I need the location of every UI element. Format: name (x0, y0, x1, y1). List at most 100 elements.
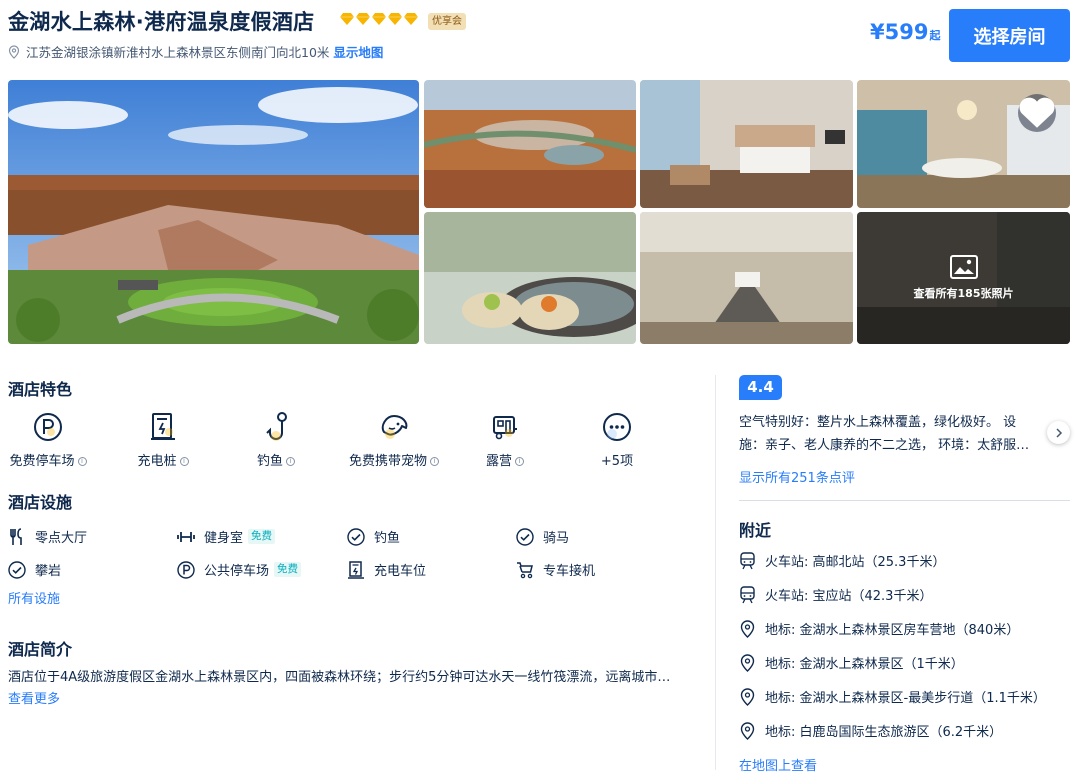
diamond-icon (356, 13, 370, 25)
intro-text: 酒店位于4A级旅游度假区金湖水上森林景区内，四面被森林环绕；步行约5分钟可达水天… (8, 670, 671, 685)
train-icon (740, 551, 755, 569)
feature-label: 钓鱼 (256, 454, 283, 469)
show-map-link[interactable]: 显示地图 (333, 42, 383, 61)
view-all-photos[interactable]: 查看所有185张照片 (857, 212, 1070, 344)
image-icon (949, 255, 978, 279)
feature-item-pets[interactable]: 免费携带宠物 i (339, 410, 449, 469)
facilities-title: 酒店设施 (8, 493, 73, 512)
nearby-text: 地标: 白鹿岛国际生态旅游区（6.2千米） (765, 725, 1003, 740)
more-icon (603, 413, 631, 441)
feature-label: 免费停车场 (9, 454, 75, 469)
feature-label: 免费携带宠物 (348, 454, 427, 469)
review-snippet: 空气特别好：整片水上森林覆盖，绿化极好。 设施：亲子、老人康养的不二之选， 环境… (739, 415, 1030, 453)
diamond-icon (388, 13, 402, 25)
feature-item-fishing[interactable]: 钓鱼 i (226, 410, 326, 469)
gallery-photo-more[interactable]: 查看所有185张照片 (857, 212, 1070, 344)
nearby-item: 地标: 金湖水上森林景区房车营地（840米） (739, 619, 1019, 638)
feature-item-parking[interactable]: 免费停车场 i (0, 410, 98, 469)
facility-label: 健身室 (204, 531, 244, 546)
all-reviews-link[interactable]: 显示所有251条点评 (739, 467, 855, 486)
info-icon[interactable]: i (77, 457, 87, 466)
fishing-icon (266, 412, 287, 441)
facility-label: 专车接机 (543, 564, 596, 579)
photo-gallery: 查看所有185张照片 (8, 80, 1070, 344)
facility-item: 健身室 免费 (177, 527, 276, 546)
check-icon (516, 527, 534, 546)
nearby-item: 地标: 白鹿岛国际生态旅游区（6.2千米） (739, 721, 1002, 740)
nearby-item: 火车站: 高邮北站（25.3千米） (739, 551, 945, 570)
view-all-photos-label: 查看所有185张照片 (913, 287, 1014, 300)
free-tag: 免费 (248, 529, 276, 544)
gallery-photo-hotspring[interactable] (424, 212, 636, 344)
gallery-photo-bedroom[interactable] (640, 80, 853, 208)
member-badge: 优享会 (428, 13, 466, 30)
facility-item: 零点大厅 (8, 527, 87, 546)
location-icon (740, 721, 755, 740)
select-room-button[interactable]: 选择房间 (949, 9, 1070, 62)
price-amount: ¥599 (870, 20, 929, 44)
location-icon (740, 619, 755, 638)
check-icon (347, 527, 365, 546)
train-icon (740, 585, 755, 603)
all-facilities-link[interactable]: 所有设施 (8, 588, 60, 607)
free-tag: 免费 (274, 562, 302, 577)
gym-icon (177, 531, 195, 542)
main-photo[interactable] (8, 80, 419, 344)
parking-icon (177, 560, 195, 579)
pet-icon (381, 415, 408, 439)
feature-item-more[interactable]: +5项 (567, 410, 667, 469)
check-icon (8, 560, 26, 579)
facility-item: 骑马 (516, 527, 569, 546)
location-icon (8, 44, 20, 59)
feature-item-charging[interactable]: 充电桩 i (113, 410, 213, 469)
price-suffix: 起 (929, 29, 941, 42)
feature-label: 露营 (485, 454, 512, 469)
facility-label: 骑马 (543, 531, 570, 546)
gallery-photo-aerial[interactable] (424, 80, 636, 208)
read-more-link[interactable]: 查看更多 (8, 688, 60, 707)
nearby-text: 火车站: 宝应站（42.3千米） (765, 589, 933, 604)
features-title: 酒店特色 (8, 380, 73, 399)
nearby-item: 地标: 金湖水上森林景区（1千米） (739, 653, 964, 672)
facility-label: 充电车位 (374, 564, 427, 579)
nearby-item: 火车站: 宝应站（42.3千米） (739, 585, 932, 604)
diamond-rating (340, 13, 418, 25)
info-icon[interactable]: i (430, 457, 439, 466)
info-icon[interactable]: i (179, 457, 189, 466)
intro-title: 酒店简介 (8, 640, 73, 659)
feature-item-camping[interactable]: 露营 i (455, 410, 555, 469)
info-icon[interactable]: i (286, 457, 295, 466)
facility-item: 钓鱼 (347, 527, 400, 546)
facility-label: 公共停车场 (204, 564, 270, 579)
favorite-button[interactable] (1018, 94, 1056, 132)
charging-pile-icon (348, 560, 364, 579)
diamond-icon (340, 13, 354, 25)
nearby-title: 附近 (739, 521, 772, 540)
restaurant-icon (10, 527, 22, 545)
nearby-text: 地标: 金湖水上森林景区房车营地（840米） (765, 623, 1020, 638)
section-divider (739, 500, 1070, 501)
diamond-icon (404, 13, 418, 25)
facility-item: 公共停车场 免费 (177, 560, 302, 579)
gallery-photo-dining[interactable] (857, 80, 1070, 208)
facility-item: 专车接机 (516, 560, 595, 579)
column-divider (715, 375, 716, 770)
facility-label: 钓鱼 (374, 531, 401, 546)
address-text: 江苏金湖银涂镇新淮村水上森林景区东侧南门向北10米 (26, 45, 330, 60)
nearby-text: 地标: 金湖水上森林景区-最美步行道（1.1千米） (765, 691, 1046, 706)
diamond-icon (372, 13, 386, 25)
gallery-photo-meeting-room[interactable] (640, 212, 853, 344)
info-icon[interactable]: i (515, 457, 524, 466)
parking-icon (34, 413, 62, 441)
feature-label: 充电桩 (137, 454, 177, 469)
next-review-button[interactable] (1047, 421, 1070, 444)
view-on-map-link[interactable]: 在地图上查看 (739, 755, 817, 774)
review-score: 4.4 (739, 375, 782, 400)
location-icon (740, 687, 755, 706)
location-icon (740, 653, 755, 672)
shuttle-icon (517, 561, 533, 578)
feature-label: +5项 (600, 454, 634, 469)
nearby-text: 火车站: 高邮北站（25.3千米） (765, 555, 946, 570)
facility-item: 充电车位 (347, 560, 426, 579)
facility-label: 攀岩 (35, 564, 62, 579)
